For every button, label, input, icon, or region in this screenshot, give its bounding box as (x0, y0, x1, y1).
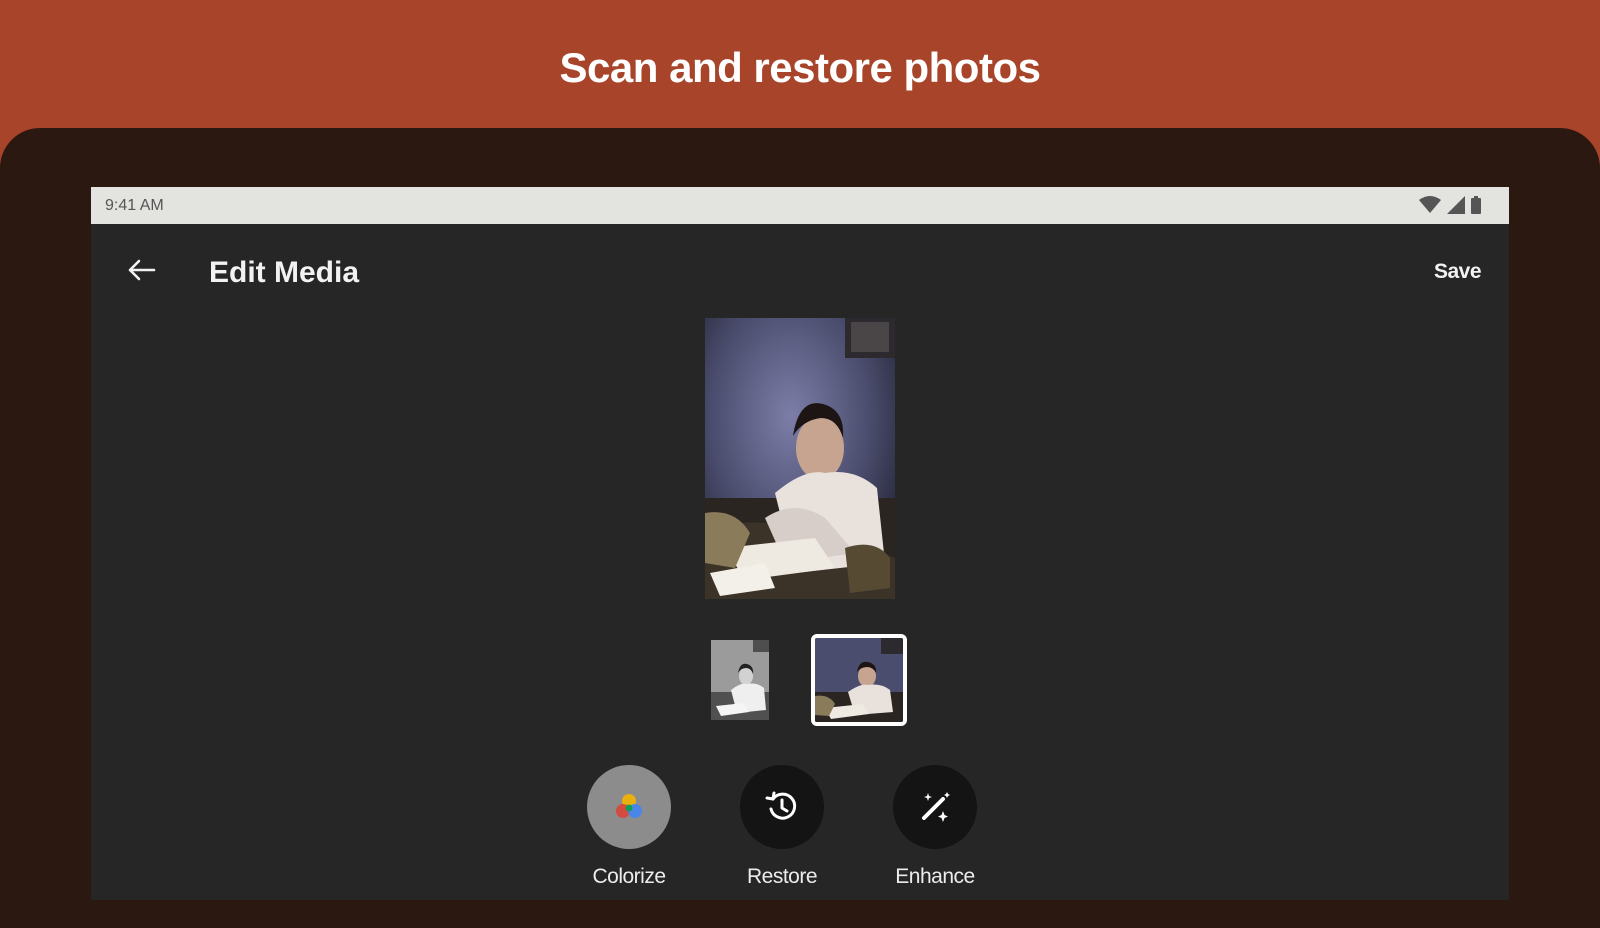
page-title: Edit Media (209, 256, 360, 289)
status-bar: 9:41 AM (91, 187, 1509, 224)
enhance-tool-button[interactable] (893, 765, 977, 849)
restore-label: Restore (746, 865, 818, 888)
thumbnail-colorized-image (815, 638, 903, 722)
wifi-icon (1419, 196, 1441, 213)
signal-icon (1447, 196, 1465, 214)
back-button[interactable] (119, 248, 163, 292)
colorize-label: Colorize (592, 865, 666, 888)
promo-headline: Scan and restore photos (559, 44, 1041, 91)
colorize-tool[interactable]: Colorize (574, 765, 684, 889)
history-icon (765, 791, 797, 820)
thumbnail-original[interactable] (711, 640, 769, 720)
app-screen: 9:41 AM Edit Media Save Colorize Restore… (91, 187, 1509, 900)
enhance-tool[interactable]: Enhance (880, 765, 990, 889)
colorize-tool-button[interactable] (587, 765, 671, 849)
enhance-label: Enhance (895, 865, 975, 888)
color-wheel-icon (616, 794, 642, 818)
status-time: 9:41 AM (105, 197, 164, 214)
status-icons (1419, 196, 1481, 214)
restore-tool[interactable]: Restore (727, 765, 837, 889)
arrow-left-icon (128, 259, 156, 281)
restore-tool-button[interactable] (740, 765, 824, 849)
app-bar: Edit Media Save (91, 224, 1509, 312)
battery-icon (1471, 196, 1481, 214)
photo-preview (705, 318, 895, 599)
thumbnail-colorized[interactable] (811, 634, 907, 726)
photo-preview-image (705, 318, 895, 599)
save-button[interactable]: Save (1434, 260, 1482, 284)
thumbnail-original-image (711, 640, 769, 720)
magic-wand-icon (922, 792, 950, 822)
